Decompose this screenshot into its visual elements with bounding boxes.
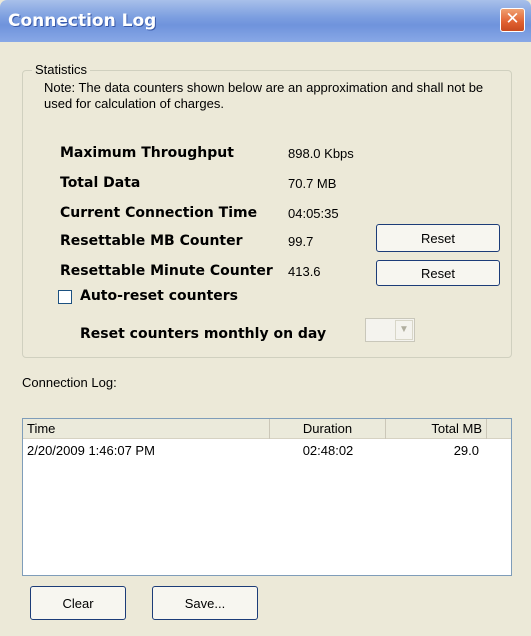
chevron-down-icon[interactable]: ▼	[395, 320, 413, 340]
max-throughput-label: Maximum Throughput	[60, 145, 234, 161]
reset-mb-button[interactable]: Reset	[376, 224, 500, 252]
row-duration: 02:48:02	[302, 443, 354, 458]
statistics-note: Note: The data counters shown below are …	[44, 80, 484, 111]
close-icon: ✕	[505, 9, 520, 29]
minute-counter-value: 413.6	[288, 264, 321, 279]
column-header-total-mb[interactable]: Total MB	[386, 419, 487, 439]
monthly-reset-label: Reset counters monthly on day	[80, 326, 327, 342]
column-header-time[interactable]: Time	[23, 419, 270, 439]
minute-counter-label: Resettable Minute Counter	[60, 263, 273, 279]
list-header: Time Duration Total MB	[23, 419, 511, 439]
connection-time-label: Current Connection Time	[60, 205, 258, 221]
connection-log-label: Connection Log:	[22, 375, 117, 390]
auto-reset-checkbox[interactable]	[58, 290, 72, 304]
reset-minute-button[interactable]: Reset	[376, 260, 500, 286]
clear-button[interactable]: Clear	[30, 586, 126, 620]
connection-time-value: 04:05:35	[288, 206, 339, 221]
connection-log-list[interactable]: Time Duration Total MB 2/20/2009 1:46:07…	[22, 418, 512, 576]
window-title: Connection Log	[8, 11, 157, 31]
mb-counter-label: Resettable MB Counter	[60, 233, 243, 249]
row-time: 2/20/2009 1:46:07 PM	[27, 443, 155, 458]
list-row[interactable]: 2/20/2009 1:46:07 PM 02:48:02 29.0	[23, 443, 511, 461]
row-total-mb: 29.0	[453, 443, 479, 458]
connection-log-window: Connection Log ✕ Statistics Note: The da…	[0, 0, 531, 636]
close-button[interactable]: ✕	[500, 8, 525, 32]
max-throughput-value: 898.0 Kbps	[288, 146, 354, 161]
mb-counter-value: 99.7	[288, 234, 314, 249]
statistics-group-label: Statistics	[32, 62, 91, 77]
reset-day-select[interactable]: ▼	[365, 318, 415, 342]
total-data-value: 70.7 MB	[288, 176, 337, 191]
total-data-label: Total Data	[60, 175, 141, 191]
save-button[interactable]: Save...	[152, 586, 258, 620]
column-header-duration[interactable]: Duration	[270, 419, 386, 439]
title-bar[interactable]: Connection Log ✕	[0, 0, 531, 42]
auto-reset-label[interactable]: Auto-reset counters	[80, 288, 238, 304]
